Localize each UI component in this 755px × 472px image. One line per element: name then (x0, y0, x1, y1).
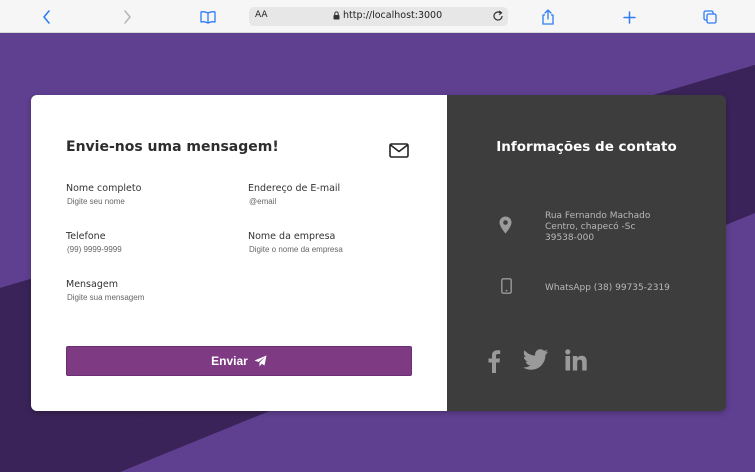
book-icon (200, 11, 216, 24)
page-background: Envie-nos uma mensagem! Nome completo En… (0, 33, 755, 472)
chevron-left-icon (43, 10, 50, 24)
share-icon (542, 9, 554, 25)
tabs-button[interactable] (699, 6, 721, 28)
back-button[interactable] (36, 6, 58, 28)
email-input[interactable] (248, 197, 398, 206)
full-name-input[interactable] (66, 197, 216, 206)
send-button-label: Enviar (211, 354, 248, 368)
full-name-field: Nome completo (66, 183, 226, 206)
mobile-phone-icon (501, 278, 512, 294)
bookmarks-button[interactable] (197, 6, 219, 28)
message-label: Mensagem (66, 279, 118, 290)
share-button[interactable] (537, 6, 559, 28)
address: Rua Fernando Machado Centro, chapecó -Sc… (545, 211, 650, 244)
contact-info-panel: Informações de contato Rua Fernando Mach… (447, 95, 726, 411)
tabs-icon (703, 10, 717, 24)
browser-toolbar: AA http://localhost:3000 (0, 0, 755, 33)
url-text: http://localhost:3000 (343, 10, 443, 21)
phone-input[interactable] (66, 245, 216, 254)
message-field: Mensagem (66, 279, 226, 302)
linkedin-icon[interactable] (565, 349, 587, 371)
send-button[interactable]: Enviar (66, 346, 412, 376)
whatsapp-number: WhatsApp (38) 99735-2319 (545, 283, 670, 293)
mail-icon (389, 143, 409, 158)
email-field: Endereço de E-mail (248, 183, 408, 206)
contact-card: Envie-nos uma mensagem! Nome completo En… (31, 95, 726, 411)
paper-plane-icon (254, 355, 267, 367)
reload-icon[interactable] (492, 10, 504, 22)
lock-icon (333, 11, 340, 20)
text-size-button[interactable]: AA (255, 10, 268, 20)
phone-field: Telefone (66, 231, 226, 254)
company-field: Nome da empresa (248, 231, 408, 254)
info-title: Informações de contato (496, 139, 677, 155)
contact-form: Envie-nos uma mensagem! Nome completo En… (31, 95, 447, 411)
address-line: Centro, chapecó -Sc (545, 222, 636, 232)
plus-icon (622, 10, 636, 24)
address-line: 39538-000 (545, 233, 595, 243)
email-label: Endereço de E-mail (248, 183, 341, 194)
chevron-right-icon (124, 10, 131, 24)
twitter-icon[interactable] (523, 349, 549, 371)
form-title: Envie-nos uma mensagem! (66, 139, 279, 155)
company-label: Nome da empresa (248, 231, 336, 242)
address-line: Rua Fernando Machado (545, 211, 651, 221)
address-bar[interactable]: AA http://localhost:3000 (249, 7, 508, 26)
phone-label: Telefone (66, 231, 106, 242)
message-input[interactable] (66, 293, 216, 302)
forward-button[interactable] (116, 6, 138, 28)
facebook-icon[interactable] (487, 349, 501, 373)
new-tab-button[interactable] (618, 6, 640, 28)
company-input[interactable] (248, 245, 398, 254)
full-name-label: Nome completo (66, 183, 142, 194)
map-pin-icon (499, 216, 512, 234)
